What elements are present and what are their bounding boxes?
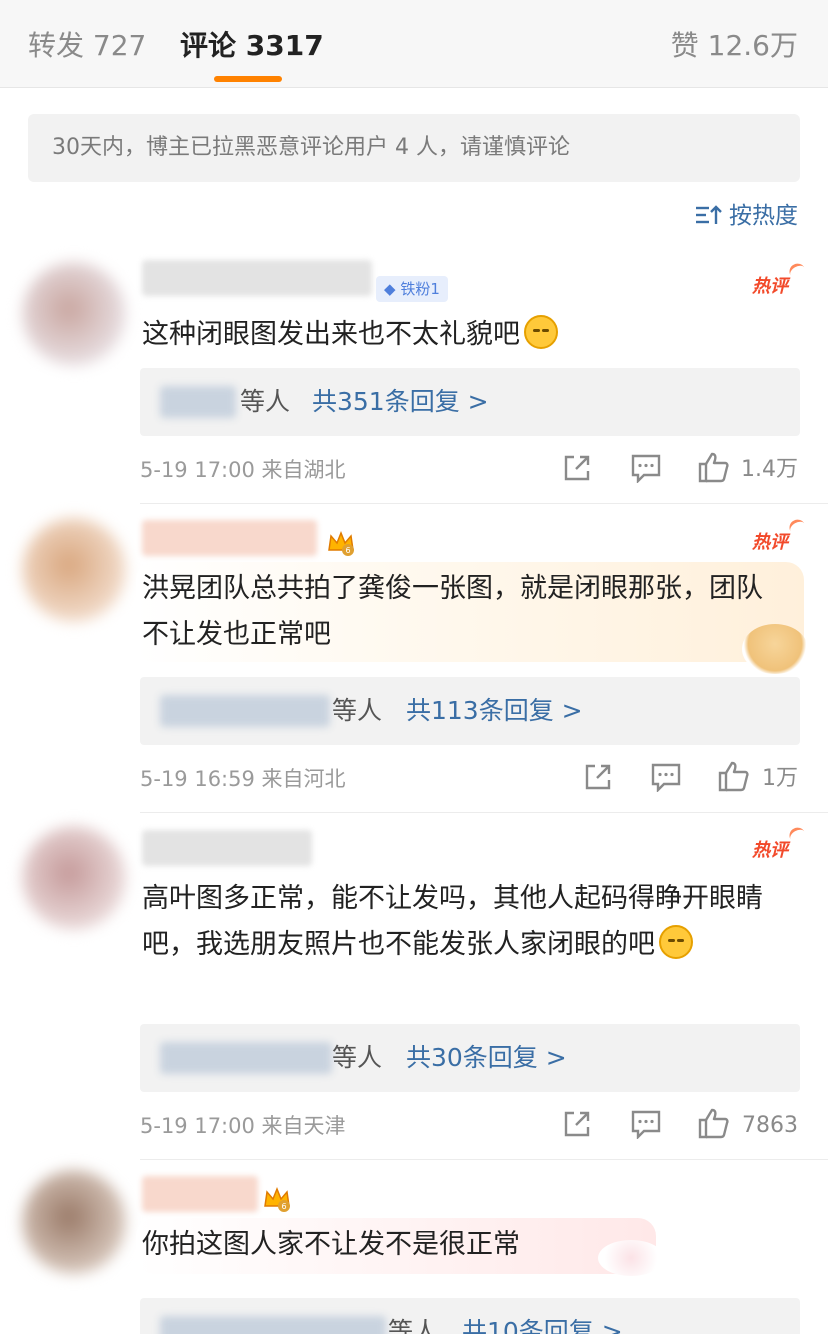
tab-reposts[interactable]: 转发 727	[28, 26, 146, 66]
replies-summary[interactable]: 等人 共30条回复 >	[140, 1024, 800, 1092]
like-count: 1.4万	[741, 457, 798, 482]
crown-icon: 6	[264, 1186, 290, 1212]
comment-text: 洪晃团队总共拍了龚俊一张图，就是闭眼那张，团队不让发也正常吧	[142, 573, 763, 650]
tab-comments[interactable]: 评论 3317	[180, 26, 324, 66]
reply-count-link[interactable]: 共113条回复 >	[406, 677, 583, 745]
diamond-icon: ◆	[384, 280, 396, 298]
sort-label: 按热度	[729, 203, 798, 229]
avatar[interactable]	[22, 262, 126, 366]
reply-users-blurred	[160, 695, 330, 727]
like-button[interactable]	[697, 451, 731, 485]
share-icon	[564, 1111, 590, 1137]
comment-icon	[631, 454, 661, 483]
like-button[interactable]	[697, 1107, 731, 1141]
hot-label: 热评	[752, 532, 788, 553]
reply-count-link[interactable]: 共10条回复 >	[462, 1298, 623, 1334]
tab-likes[interactable]: 赞 12.6万	[671, 26, 798, 66]
comment-button[interactable]	[630, 453, 662, 487]
like-count: 1万	[762, 766, 798, 791]
comment-text: 你拍这图人家不让发不是很正常	[142, 1229, 520, 1260]
comment-meta: 5-19 17:00 来自天津	[140, 1114, 346, 1138]
sort-icon	[696, 205, 722, 224]
thumbs-up-icon	[698, 452, 729, 483]
sort-button[interactable]: 按热度	[695, 198, 798, 234]
hot-label: 热评	[752, 276, 788, 297]
reply-users-blurred	[160, 386, 236, 418]
share-button[interactable]	[583, 762, 613, 796]
avatar[interactable]	[22, 826, 126, 930]
comment-divider	[140, 503, 828, 504]
sweat-face-icon	[524, 315, 558, 349]
like-button[interactable]	[717, 760, 751, 794]
laugh-cry-icon	[659, 925, 693, 959]
hot-spark-icon	[786, 260, 806, 278]
crown-icon: 6	[328, 530, 354, 556]
hot-comment-badge: 热评	[752, 516, 806, 558]
username-blurred[interactable]	[142, 830, 312, 866]
reply-users-blurred	[160, 1042, 332, 1074]
hot-comment-badge: 热评	[752, 824, 806, 866]
reply-users-blurred	[160, 1316, 386, 1334]
thumbs-up-icon	[698, 1108, 729, 1139]
username-blurred[interactable]	[142, 520, 317, 556]
avatar[interactable]	[22, 1170, 126, 1274]
comment-button[interactable]	[650, 762, 682, 796]
svg-text:6: 6	[345, 546, 350, 555]
reply-count-link[interactable]: 共30条回复 >	[406, 1024, 567, 1092]
comment-icon	[631, 1110, 661, 1139]
comment-icon	[651, 763, 681, 792]
replies-summary[interactable]: 等人 共10条回复 >	[140, 1298, 800, 1334]
reply-etal-label: 等人	[240, 387, 291, 416]
share-icon	[585, 764, 611, 790]
share-button[interactable]	[562, 1109, 592, 1143]
replies-summary[interactable]: 等人 共351条回复 >	[140, 368, 800, 436]
hot-comment-badge: 热评	[752, 260, 806, 302]
thumbs-up-icon	[718, 761, 749, 792]
fan-badge-label: 铁粉1	[400, 280, 440, 298]
active-tab-indicator	[214, 76, 282, 82]
reply-count-link[interactable]: 共351条回复 >	[312, 368, 489, 436]
comment-divider	[140, 1159, 828, 1160]
fan-badge: ◆ 铁粉1	[376, 276, 448, 302]
hot-label: 热评	[752, 840, 788, 861]
comment-text: 高叶图多正常，能不让发吗，其他人起码得睁开眼睛吧，我选朋友照片也不能发张人家闭眼…	[142, 876, 802, 968]
svg-text:6: 6	[281, 1202, 286, 1211]
replies-summary[interactable]: 等人 共113条回复 >	[140, 677, 800, 745]
reply-etal-label: 等人	[388, 1317, 439, 1334]
comment-button[interactable]	[630, 1109, 662, 1143]
share-icon	[564, 455, 590, 481]
like-count: 7863	[742, 1113, 798, 1138]
hot-spark-icon	[786, 516, 806, 534]
comment-text-content: 这种闭眼图发出来也不太礼貌吧	[142, 319, 520, 350]
comment-meta: 5-19 16:59 来自河北	[140, 767, 346, 791]
share-button[interactable]	[562, 453, 592, 487]
tab-bar: 转发 727 评论 3317 赞 12.6万	[0, 0, 828, 88]
comment-divider	[140, 812, 828, 813]
username-blurred[interactable]	[142, 1176, 258, 1212]
username-blurred[interactable]	[142, 260, 372, 296]
comment-meta: 5-19 17:00 来自湖北	[140, 458, 346, 482]
hot-spark-icon	[786, 824, 806, 842]
comment-text: 这种闭眼图发出来也不太礼貌吧	[142, 312, 802, 358]
reply-etal-label: 等人	[332, 696, 383, 725]
reply-etal-label: 等人	[332, 1043, 383, 1072]
avatar[interactable]	[22, 518, 126, 622]
blocked-users-notice: 30天内，博主已拉黑恶意评论用户 4 人，请谨慎评论	[28, 114, 800, 182]
